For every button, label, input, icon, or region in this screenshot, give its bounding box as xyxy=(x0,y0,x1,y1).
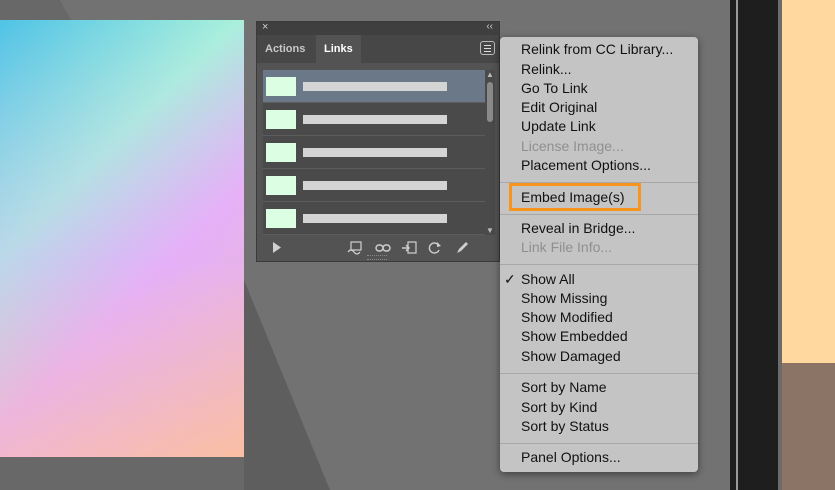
adjacent-artboard-peach xyxy=(782,0,835,363)
tab-actions[interactable]: Actions xyxy=(257,35,313,63)
panel-tabs: Actions Links xyxy=(257,35,499,63)
go-to-link-icon[interactable] xyxy=(401,241,417,255)
link-name-placeholder xyxy=(303,82,447,91)
embed-highlight-box xyxy=(509,183,641,211)
scroll-up-icon[interactable]: ▲ xyxy=(486,70,494,79)
edit-original-icon[interactable] xyxy=(455,241,469,255)
adjacent-artboard-brown xyxy=(782,363,835,490)
menu-separator xyxy=(500,443,698,444)
list-item[interactable] xyxy=(263,169,485,202)
panel-resize-grip[interactable] xyxy=(367,255,387,260)
link-thumbnail xyxy=(266,110,296,129)
panel-footer xyxy=(257,236,499,261)
menu-item-sort-by-status[interactable]: Sort by Status xyxy=(521,418,609,434)
relink-icon[interactable] xyxy=(375,243,391,253)
menu-separator xyxy=(500,214,698,215)
list-item[interactable] xyxy=(263,136,485,169)
menu-item-show-embedded[interactable]: Show Embedded xyxy=(521,328,628,344)
gradient-artboard xyxy=(0,20,244,457)
relink-cc-library-icon[interactable] xyxy=(347,241,363,255)
link-thumbnail xyxy=(266,77,296,96)
menu-item-sort-by-kind[interactable]: Sort by Kind xyxy=(521,399,597,415)
link-thumbnail xyxy=(266,176,296,195)
link-thumbnail xyxy=(266,143,296,162)
menu-separator xyxy=(500,373,698,374)
menu-item-edit-original[interactable]: Edit Original xyxy=(521,99,597,115)
divider-line xyxy=(736,0,738,490)
collapse-icon[interactable]: ‹‹ xyxy=(486,21,493,32)
scroll-down-icon[interactable]: ▼ xyxy=(486,226,494,235)
menu-item-relink[interactable]: Relink... xyxy=(521,61,572,77)
link-name-placeholder xyxy=(303,214,447,223)
menu-item-reveal-in-bridge[interactable]: Reveal in Bridge... xyxy=(521,220,635,236)
menu-item-show-all[interactable]: Show All xyxy=(521,271,575,287)
menu-item-sort-by-name[interactable]: Sort by Name xyxy=(521,379,607,395)
link-name-placeholder xyxy=(303,148,447,157)
close-icon[interactable]: × xyxy=(262,21,268,33)
menu-item-show-damaged[interactable]: Show Damaged xyxy=(521,348,621,364)
menu-item-show-missing[interactable]: Show Missing xyxy=(521,290,607,306)
scroll-thumb[interactable] xyxy=(487,82,493,122)
menu-item-go-to-link[interactable]: Go To Link xyxy=(521,80,588,96)
menu-item-relink-cc-library[interactable]: Relink from CC Library... xyxy=(521,41,673,57)
panel-titlebar: × ‹‹ xyxy=(257,21,499,35)
list-item[interactable] xyxy=(263,70,485,103)
update-link-icon[interactable] xyxy=(428,241,442,255)
link-thumbnail xyxy=(266,209,296,228)
expand-triangle-icon[interactable] xyxy=(273,242,281,253)
menu-item-panel-options[interactable]: Panel Options... xyxy=(521,449,621,465)
links-list xyxy=(263,70,485,235)
menu-item-link-file-info: Link File Info... xyxy=(521,239,613,255)
links-panel-flyout-menu: Relink from CC Library... Relink... Go T… xyxy=(500,37,698,472)
list-scrollbar[interactable]: ▲ ▼ xyxy=(485,70,495,235)
menu-separator xyxy=(500,264,698,265)
menu-item-placement-options[interactable]: Placement Options... xyxy=(521,157,651,173)
panel-menu-icon[interactable] xyxy=(480,41,495,55)
links-panel: × ‹‹ Actions Links ▲ ▼ xyxy=(256,21,500,262)
list-item[interactable] xyxy=(263,202,485,235)
list-item[interactable] xyxy=(263,103,485,136)
menu-item-show-modified[interactable]: Show Modified xyxy=(521,309,613,325)
menu-item-license-image: License Image... xyxy=(521,138,624,154)
link-name-placeholder xyxy=(303,181,447,190)
checkmark-icon: ✓ xyxy=(504,271,516,287)
menu-item-update-link[interactable]: Update Link xyxy=(521,118,596,134)
link-name-placeholder xyxy=(303,115,447,124)
tab-links[interactable]: Links xyxy=(316,35,361,63)
